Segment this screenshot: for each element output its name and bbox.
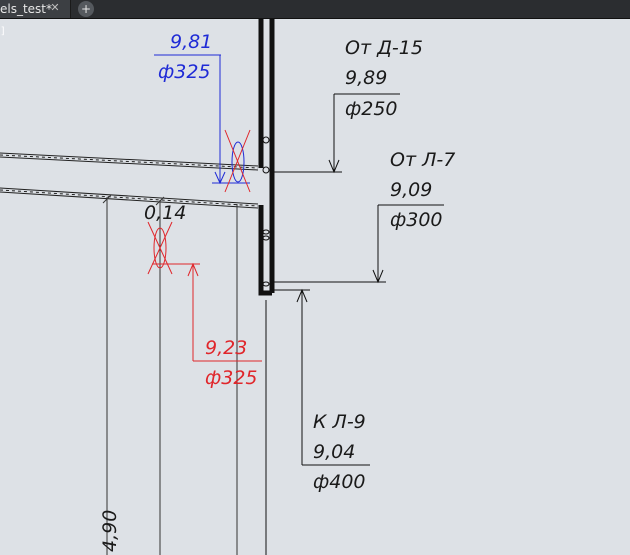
from-l7-diameter: ф300 (390, 209, 443, 231)
from-d15-level: 9,89 (345, 67, 387, 89)
leader-to-l9 (274, 288, 370, 466)
from-d15-title: От Д-15 (345, 37, 423, 59)
red-diameter-text: ф325 (205, 367, 258, 389)
red-level-text: 9,23 (205, 337, 247, 359)
drawing-canvas[interactable]: 9,81 ф325 От Д-15 9,89 ф250 От Л-7 9,09 … (0, 0, 630, 555)
to-l9-title: К Л-9 (313, 411, 366, 433)
slope-value-text: 0,14 (144, 202, 186, 224)
blue-level-text: 9,81 (170, 31, 212, 53)
pipe-upper (0, 152, 259, 171)
vertical-dimension-text: 4,90 (99, 510, 121, 552)
pipe-lower (0, 187, 259, 209)
blue-diameter-text: ф325 (158, 61, 211, 83)
well-walls (258, 19, 275, 296)
to-l9-level: 9,04 (313, 441, 355, 463)
to-l9-diameter: ф400 (313, 471, 366, 493)
from-l7-title: От Л-7 (390, 149, 455, 171)
pipe-joint-marks (262, 136, 270, 287)
from-l7-level: 9,09 (390, 179, 432, 201)
from-d15-diameter: ф250 (345, 98, 398, 120)
